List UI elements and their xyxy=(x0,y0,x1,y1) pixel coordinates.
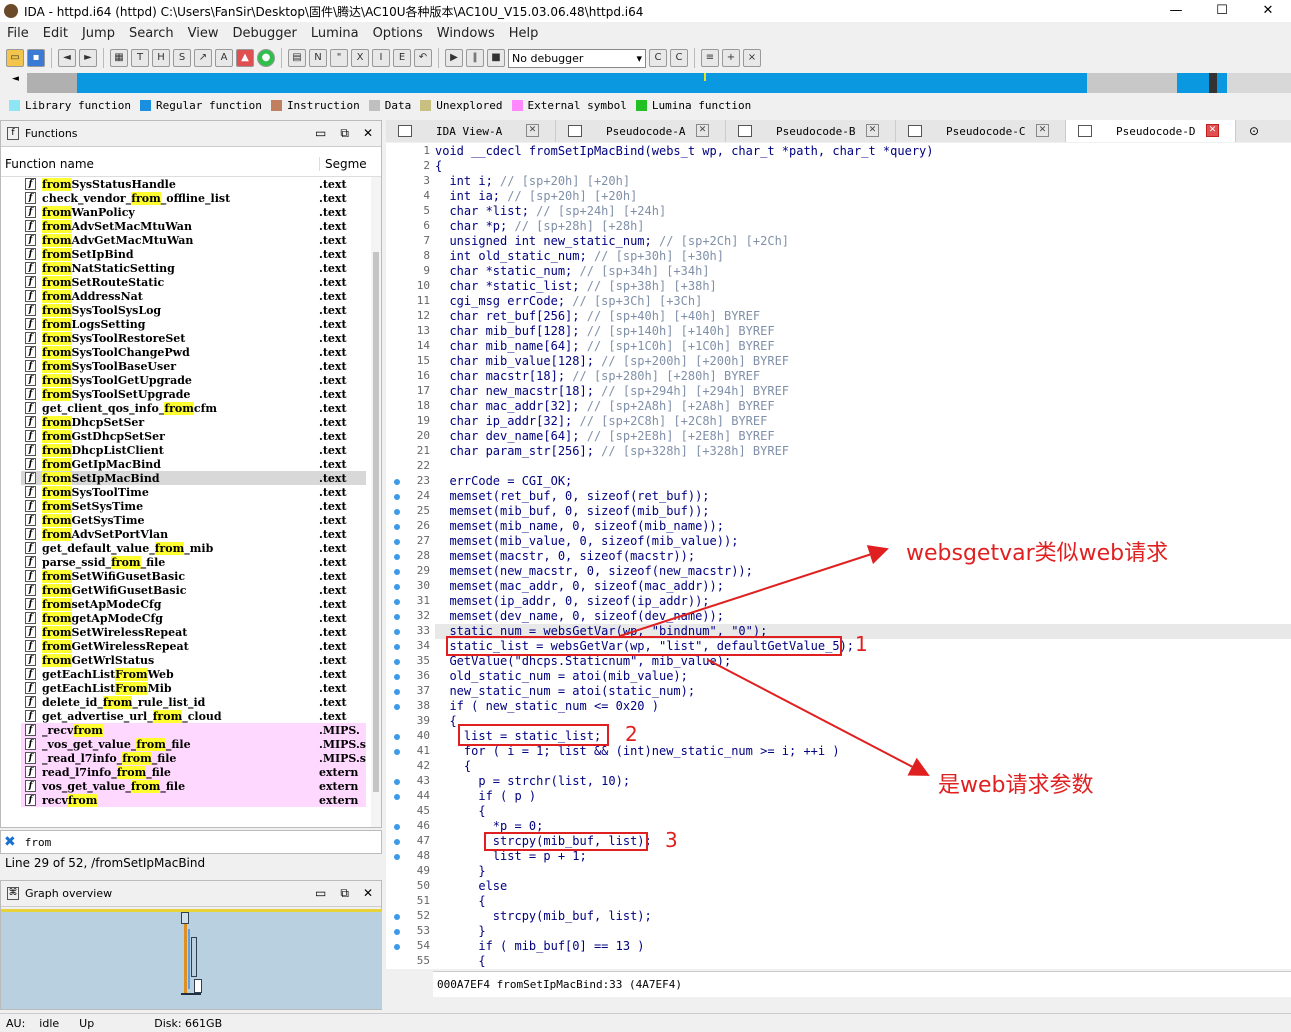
status-bar: AU: idle Up Disk: 661GB xyxy=(0,1013,1291,1032)
status-direction: Up xyxy=(79,1016,95,1030)
annotation-arrows xyxy=(619,545,930,776)
status-state: idle xyxy=(39,1016,60,1030)
status-disk: Disk: 661GB xyxy=(154,1016,223,1030)
status-au: AU: xyxy=(6,1016,26,1030)
